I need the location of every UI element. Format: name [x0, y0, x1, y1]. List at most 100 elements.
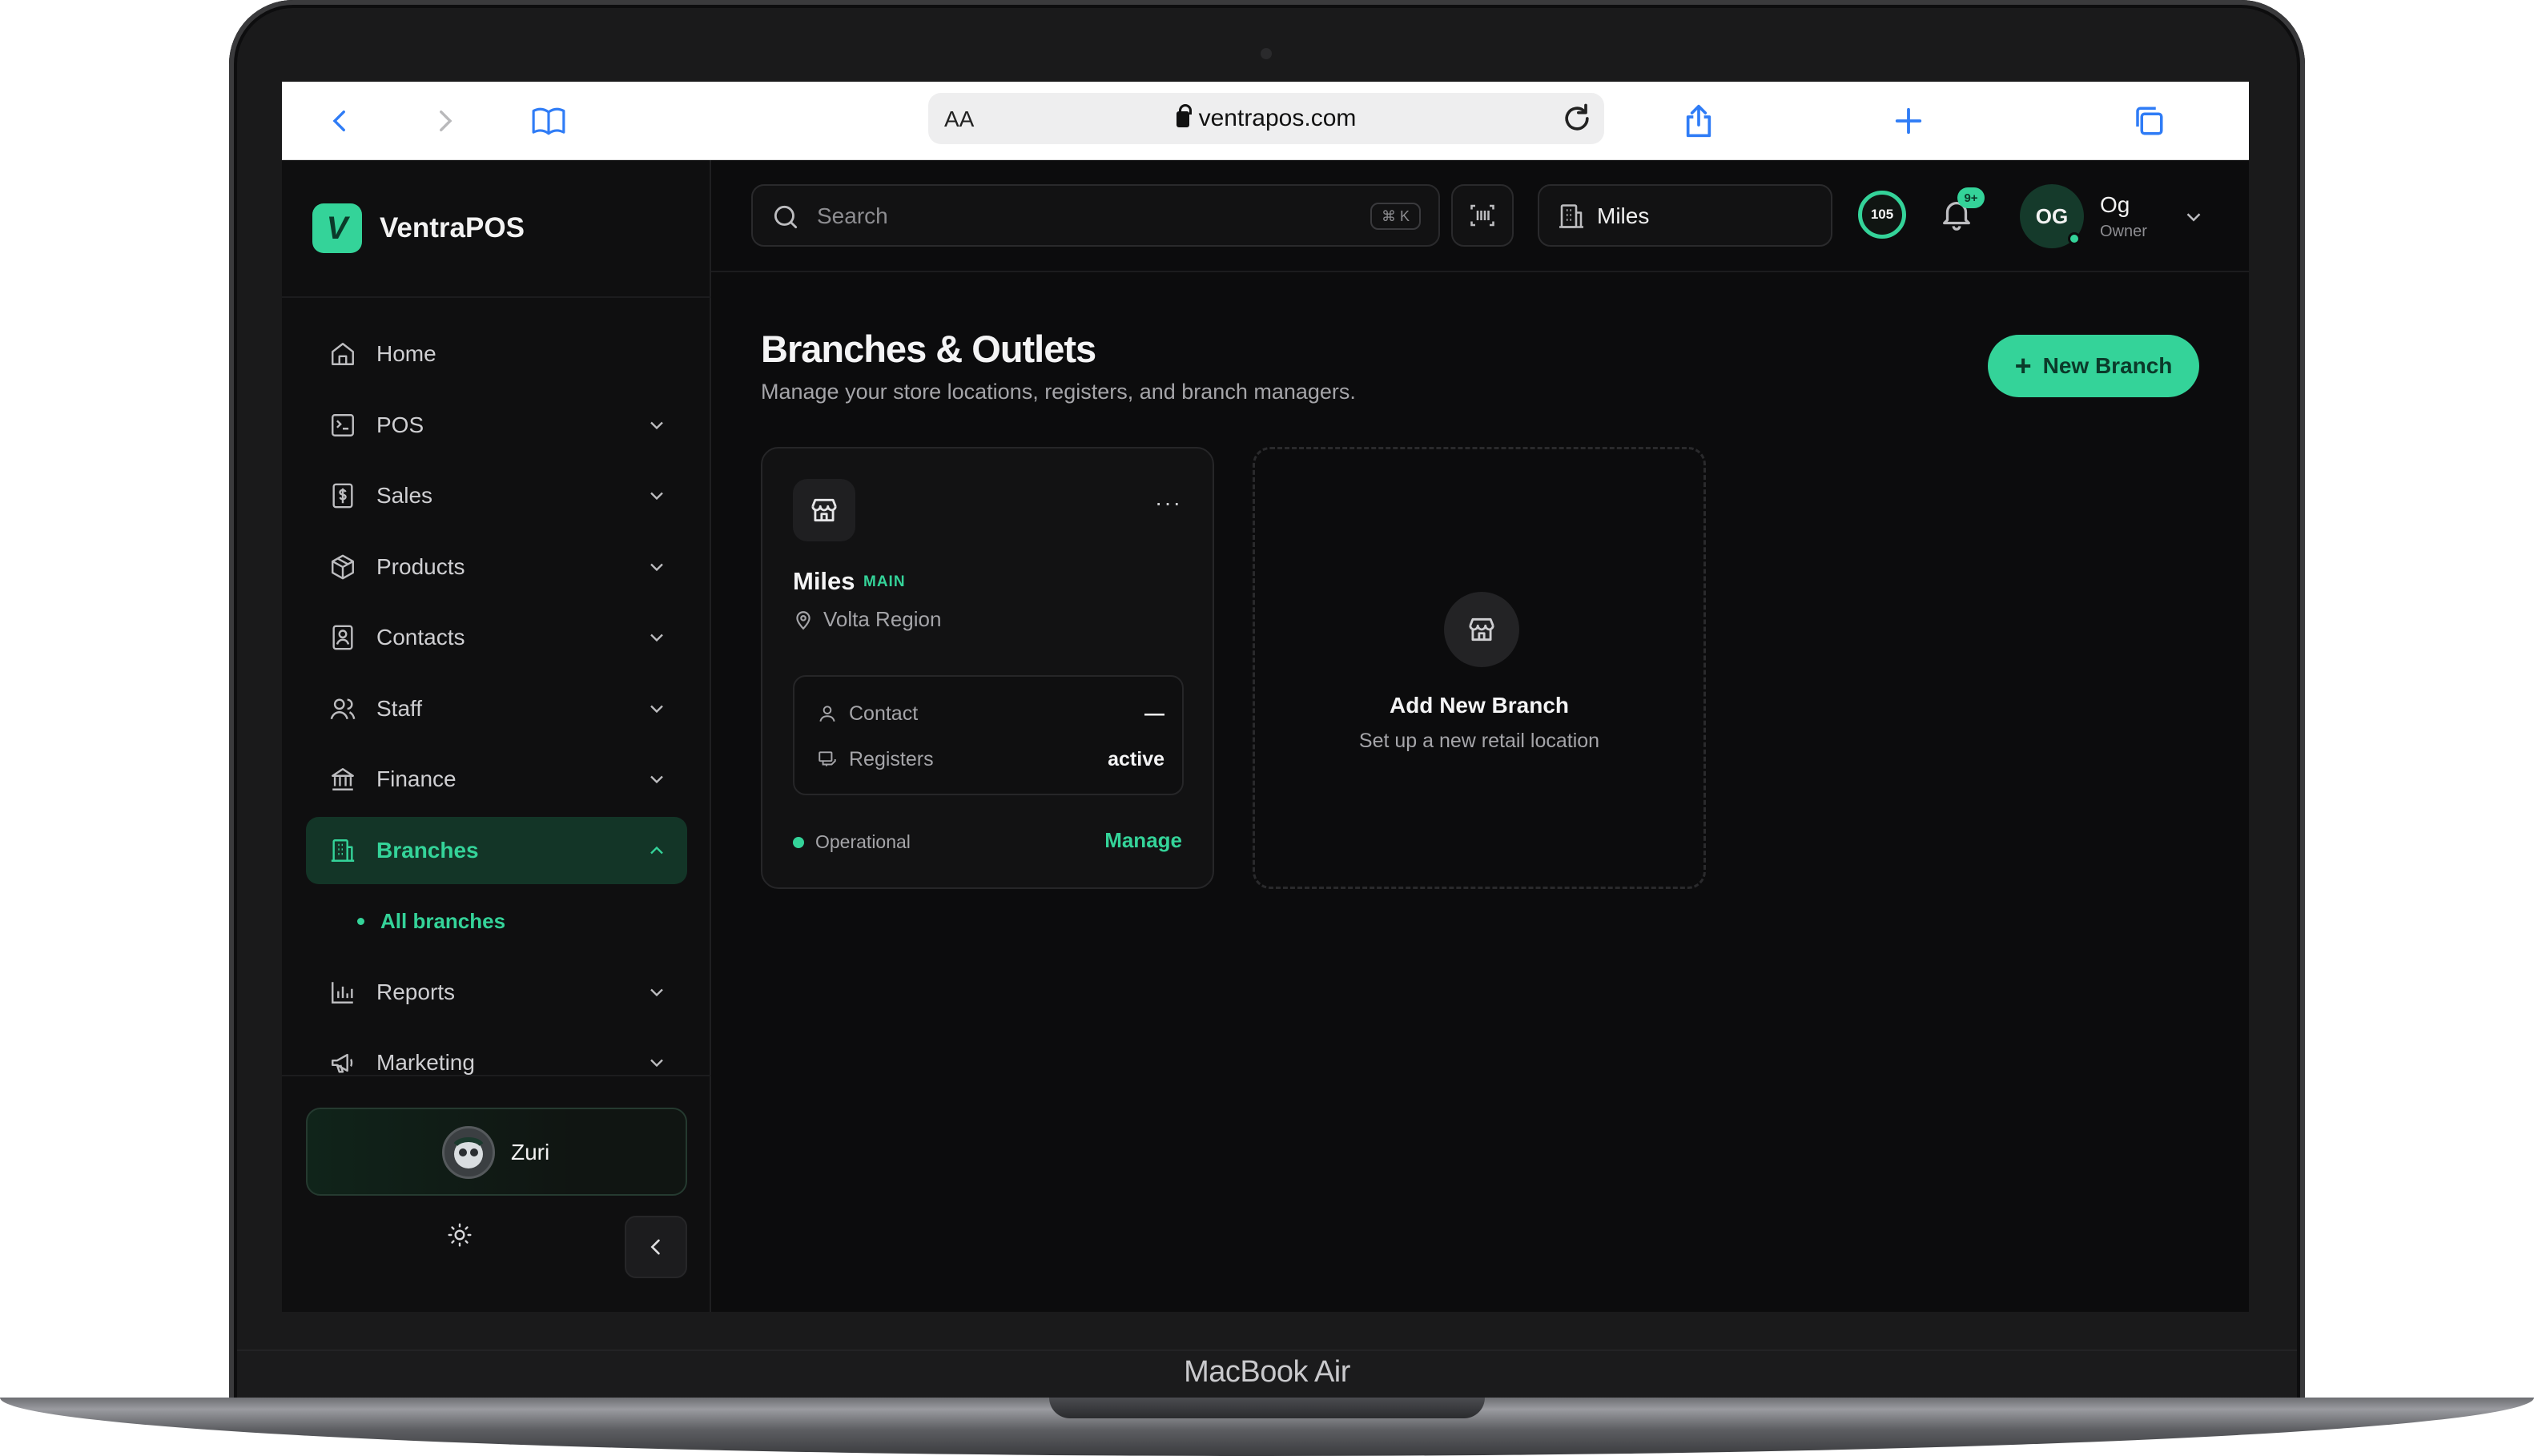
chevron-down-icon: [646, 981, 668, 1004]
sidebar-item-label: Marketing: [376, 1050, 475, 1075]
reload-icon[interactable]: [1559, 101, 1595, 136]
forward-icon[interactable]: [423, 99, 466, 143]
contact-card-icon: [327, 621, 359, 654]
back-icon[interactable]: [319, 99, 362, 143]
barcode-scan-icon: [1470, 204, 1494, 227]
browser-toolbar: AA ventrapos.com: [282, 82, 2249, 160]
add-branch-subtitle: Set up a new retail location: [1358, 730, 1600, 752]
page-title: Branches & Outlets: [761, 328, 1096, 370]
contact-value: —: [1144, 702, 1164, 725]
topbar: Search ⌘ K Miles 105 9+ OG Og Owner: [711, 160, 2249, 272]
new-branch-button[interactable]: + New Branch: [1988, 335, 2199, 397]
divider: [282, 1075, 711, 1076]
bar-chart-icon: [327, 976, 359, 1008]
credits-badge[interactable]: 105: [1858, 191, 1906, 239]
screen: AA ventrapos.com V VentraPOS Home POS Sa…: [282, 82, 2249, 1312]
barcode-scan-button[interactable]: [1451, 184, 1514, 247]
sidebar-nav: Home POS Sales Products Contacts Staff F…: [306, 320, 687, 1100]
users-icon: [327, 693, 359, 725]
sidebar-item-reports[interactable]: Reports: [306, 959, 687, 1026]
register-icon: [817, 749, 838, 770]
search-icon: [770, 202, 801, 232]
sidebar-item-marketing[interactable]: Marketing: [306, 1029, 687, 1096]
branch-selector-value: Miles: [1597, 203, 1650, 228]
user-role: Owner: [2100, 223, 2147, 240]
add-branch-title: Add New Branch: [1389, 693, 1570, 718]
add-new-branch-card[interactable]: Add New Branch Set up a new retail locat…: [1253, 447, 1706, 889]
chevron-down-icon: [646, 485, 668, 507]
status-text: Operational: [815, 831, 911, 852]
map-pin-icon: [793, 609, 814, 630]
sidebar-item-products[interactable]: Products: [306, 533, 687, 601]
user-name[interactable]: Og: [2100, 192, 2130, 218]
new-branch-label: New Branch: [2042, 353, 2173, 378]
sidebar-item-finance[interactable]: Finance: [306, 746, 687, 813]
chevron-down-icon: [646, 1052, 668, 1074]
terminal-icon: [327, 409, 359, 441]
sidebar-item-label: POS: [376, 412, 424, 437]
sidebar-item-label: Reports: [376, 979, 456, 1004]
brand[interactable]: V VentraPOS: [312, 203, 525, 253]
avatar: [442, 1126, 495, 1179]
new-tab-icon[interactable]: [1887, 99, 1930, 143]
home-icon: [327, 338, 359, 370]
sidebar-item-label: Sales: [376, 483, 433, 508]
branch-info-panel: Contact — Registers active: [793, 675, 1184, 795]
page-subtitle: Manage your store locations, registers, …: [761, 380, 1356, 404]
divider: [282, 296, 711, 298]
sidebar-item-label: Contacts: [376, 625, 465, 650]
sidebar-item-sales[interactable]: Sales: [306, 462, 687, 529]
chevron-down-icon: [646, 768, 668, 790]
registers-value: active: [1108, 747, 1164, 770]
sidebar-item-home[interactable]: Home: [306, 320, 687, 388]
manage-branch-link[interactable]: Manage: [1104, 828, 1182, 853]
collapse-sidebar-button[interactable]: [625, 1216, 687, 1278]
registers-label: Registers: [849, 747, 934, 770]
sidebar-item-label: Branches: [376, 837, 479, 863]
sidebar-item-branches[interactable]: Branches: [306, 816, 687, 884]
search-placeholder: Search: [817, 203, 888, 228]
receipt-dollar-icon: [327, 480, 359, 512]
sidebar-item-staff[interactable]: Staff: [306, 675, 687, 742]
bookmarks-icon[interactable]: [527, 99, 570, 143]
status-dot: [793, 836, 804, 848]
megaphone-icon: [327, 1047, 359, 1079]
brand-logo: V: [312, 203, 362, 253]
sidebar-subitem-all-branches[interactable]: All branches: [306, 887, 687, 955]
branch-location: Volta Region: [793, 607, 941, 632]
tabs-overview-icon[interactable]: [2127, 99, 2170, 143]
sidebar-item-contacts[interactable]: Contacts: [306, 604, 687, 671]
chevron-down-icon: [646, 556, 668, 578]
share-icon[interactable]: [1677, 99, 1720, 143]
building-icon: [327, 835, 359, 867]
lock-icon: [1176, 104, 1192, 127]
search-input[interactable]: Search ⌘ K: [751, 184, 1440, 247]
more-options-button[interactable]: ···: [1155, 490, 1182, 516]
online-indicator: [2068, 232, 2081, 245]
notification-count-badge: 9+: [1957, 187, 1985, 208]
user-initials: OG: [2035, 203, 2069, 228]
branch-card[interactable]: ··· Miles MAIN Volta Region Contact — Re…: [761, 447, 1214, 889]
chevron-down-icon[interactable]: [2182, 205, 2206, 229]
sidebar-item-label: Products: [376, 553, 465, 579]
laptop-notch: [1049, 1398, 1485, 1418]
device-label: MacBook Air: [1184, 1355, 1350, 1389]
sidebar: V VentraPOS Home POS Sales Products Cont…: [282, 160, 711, 1312]
theme-toggle[interactable]: [440, 1216, 479, 1254]
address-bar[interactable]: AA ventrapos.com: [928, 93, 1604, 144]
sidebar-item-pos[interactable]: POS: [306, 392, 687, 459]
bank-icon: [327, 763, 359, 795]
branch-selector[interactable]: Miles: [1538, 184, 1832, 247]
plus-icon: +: [2014, 349, 2032, 382]
branch-location-text: Volta Region: [823, 607, 942, 631]
workspace-profile-card[interactable]: Zuri: [306, 1108, 687, 1196]
user-avatar[interactable]: OG: [2020, 184, 2084, 248]
user-icon: [817, 703, 838, 724]
sun-icon: [448, 1223, 472, 1247]
chevron-down-icon: [646, 698, 668, 720]
profile-name: Zuri: [511, 1140, 550, 1164]
chevron-up-icon: [646, 839, 668, 862]
brand-name: VentraPOS: [380, 212, 525, 243]
chevron-down-icon: [646, 626, 668, 649]
box-icon: [327, 551, 359, 583]
